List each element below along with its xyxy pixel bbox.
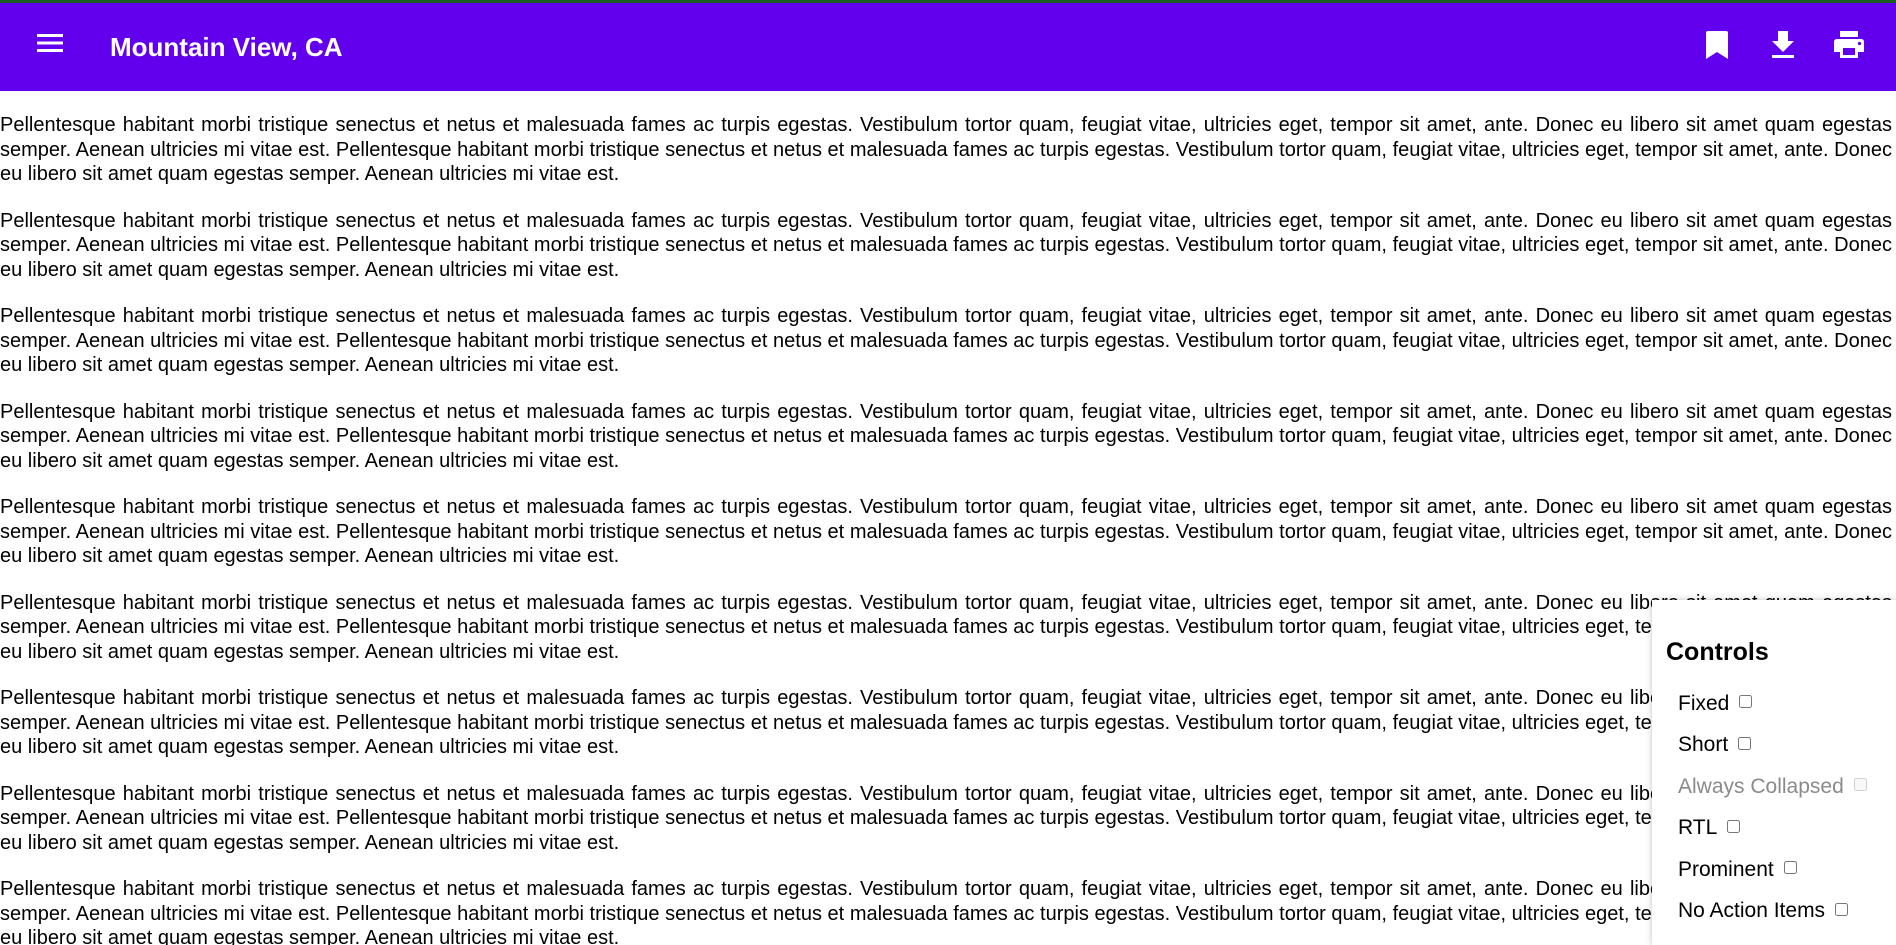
control-label: Always Collapsed [1678, 774, 1844, 798]
no-action-items-checkbox[interactable] [1835, 902, 1849, 916]
menu-button[interactable] [24, 17, 76, 69]
bookmark-button[interactable] [1693, 21, 1741, 69]
paragraph: Pellentesque habitant morbi tristique se… [0, 591, 1892, 663]
main-content: Pellentesque habitant morbi tristique se… [0, 91, 1896, 945]
controls-title: Controls [1666, 638, 1769, 666]
control-short[interactable]: Short [1666, 725, 1896, 767]
control-always-collapsed: Always Collapsed [1666, 766, 1896, 808]
download-button[interactable] [1759, 21, 1807, 69]
paragraph: Pellentesque habitant morbi tristique se… [0, 496, 1892, 567]
control-label: Fixed [1678, 691, 1730, 715]
paragraph: Pellentesque habitant morbi tristique se… [0, 782, 1892, 854]
print-icon [1834, 31, 1864, 59]
prominent-checkbox[interactable] [1783, 861, 1797, 875]
print-button[interactable] [1825, 21, 1873, 69]
paragraph: Pellentesque habitant morbi tristique se… [0, 878, 1892, 945]
paragraph: Pellentesque habitant morbi tristique se… [0, 400, 1892, 472]
app-bar-title: Mountain View, CA [110, 32, 343, 62]
control-label: No Action Items [1678, 899, 1826, 923]
download-icon [1771, 31, 1795, 59]
short-checkbox[interactable] [1738, 736, 1752, 750]
control-fixed[interactable]: Fixed [1666, 683, 1896, 725]
control-prominent[interactable]: Prominent [1666, 849, 1896, 891]
paragraph: Pellentesque habitant morbi tristique se… [0, 687, 1892, 758]
control-rtl[interactable]: RTL [1666, 808, 1896, 850]
fixed-checkbox[interactable] [1739, 695, 1753, 709]
control-no-action-items[interactable]: No Action Items [1666, 891, 1896, 933]
control-label: Prominent [1678, 857, 1774, 881]
bookmark-icon [1706, 31, 1728, 59]
paragraph: Pellentesque habitant morbi tristique se… [0, 209, 1892, 281]
top-app-bar: Mountain View, CA [0, 0, 1896, 91]
control-label: Short [1678, 733, 1729, 757]
controls-panel: Controls Fixed Short Always Collapsed RT… [1652, 600, 1896, 945]
always-collapsed-checkbox [1853, 778, 1867, 792]
paragraph: Pellentesque habitant morbi tristique se… [0, 305, 1892, 376]
paragraph: Pellentesque habitant morbi tristique se… [0, 114, 1892, 185]
rtl-checkbox[interactable] [1727, 819, 1741, 833]
menu-icon [37, 33, 63, 53]
control-label: RTL [1678, 816, 1718, 840]
